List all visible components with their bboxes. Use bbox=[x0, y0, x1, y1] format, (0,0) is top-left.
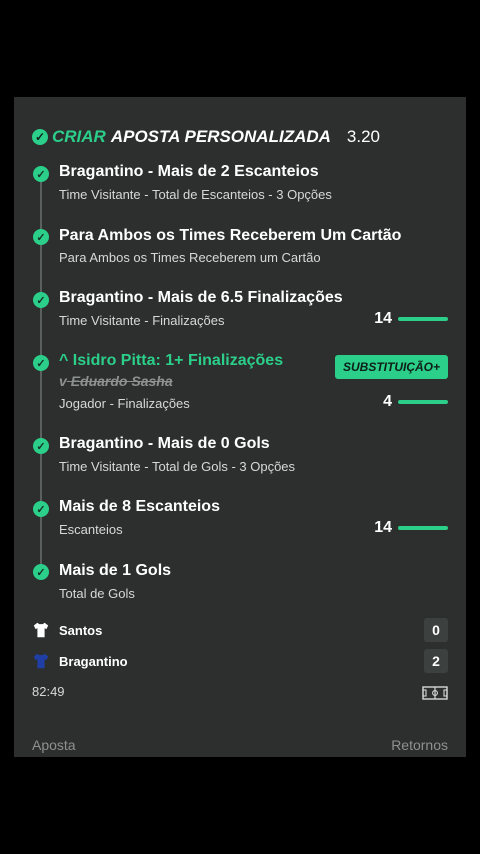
leg-title: Bragantino - Mais de 0 Gols bbox=[59, 435, 270, 452]
leg-subtitle: Time Visitante - Total de Escanteios - 3… bbox=[59, 187, 332, 202]
replaced-player: v Eduardo Sasha bbox=[59, 373, 173, 389]
leg-subtitle: Para Ambos os Times Receberem um Cartão bbox=[59, 250, 321, 265]
leg-title: Mais de 8 Escanteios bbox=[59, 498, 220, 515]
leg-subtitle: Time Visitante - Total de Gols - 3 Opçõe… bbox=[59, 459, 296, 474]
leg-title: Mais de 1 Gols bbox=[59, 562, 172, 579]
leg-progress: 14 bbox=[374, 310, 448, 328]
leg-title: Bragantino - Mais de 2 Escanteios bbox=[59, 163, 319, 180]
shirt-icon bbox=[33, 653, 49, 669]
check-circle-icon: ✓ bbox=[32, 129, 48, 145]
progress-bar bbox=[398, 317, 448, 321]
progress-value: 14 bbox=[374, 310, 392, 327]
match-clock: 82:49 bbox=[32, 684, 65, 699]
check-icon: ✓ bbox=[33, 501, 49, 517]
leg-subtitle: Jogador - Finalizações bbox=[59, 396, 190, 411]
leg-progress: 14 bbox=[374, 519, 448, 537]
check-icon: ✓ bbox=[33, 292, 49, 308]
check-icon: ✓ bbox=[33, 564, 49, 580]
team-name: Bragantino bbox=[59, 653, 128, 669]
aposta-label: Aposta bbox=[32, 737, 76, 753]
chevron-down-icon: v bbox=[59, 373, 67, 389]
aposta-personalizada-label: APOSTA PERSONALIZADA bbox=[110, 127, 331, 146]
leg-title-substitute: ^ Isidro Pitta: 1+ Finalizações bbox=[59, 352, 284, 369]
check-icon: ✓ bbox=[33, 355, 49, 371]
check-icon: ✓ bbox=[33, 229, 49, 245]
team-row-home: Santos bbox=[32, 621, 102, 639]
progress-value: 4 bbox=[383, 393, 392, 410]
progress-bar bbox=[398, 526, 448, 530]
shirt-icon bbox=[33, 622, 49, 638]
progress-value: 14 bbox=[374, 519, 392, 536]
team-score: 0 bbox=[424, 618, 448, 642]
team-score: 2 bbox=[424, 649, 448, 673]
leg-subtitle: Escanteios bbox=[59, 522, 123, 537]
leg-title: Para Ambos os Times Receberem Um Cartão bbox=[59, 227, 402, 244]
leg-progress: 4 bbox=[383, 393, 448, 411]
leg-subtitle: Total de Gols bbox=[59, 586, 135, 601]
team-row-away: Bragantino bbox=[32, 652, 128, 670]
progress-bar bbox=[398, 400, 448, 404]
check-icon: ✓ bbox=[33, 438, 49, 454]
bet-header: ✓ CRIAR APOSTA PERSONALIZADA 3.20 bbox=[32, 125, 452, 149]
chevron-up-icon: ^ bbox=[59, 352, 69, 369]
substituicao-badge[interactable]: SUBSTITUIÇÃO+ bbox=[335, 355, 448, 379]
bet-card: ✓ CRIAR APOSTA PERSONALIZADA 3.20 ✓ Brag… bbox=[14, 97, 466, 757]
leg-title: Bragantino - Mais de 6.5 Finalizações bbox=[59, 289, 343, 306]
check-icon: ✓ bbox=[33, 166, 49, 182]
retornos-label: Retornos bbox=[391, 737, 448, 753]
leg-subtitle: Time Visitante - Finalizações bbox=[59, 313, 225, 328]
total-odds: 3.20 bbox=[346, 127, 380, 146]
pitch-icon[interactable] bbox=[422, 686, 448, 700]
criar-label: CRIAR bbox=[52, 127, 106, 146]
team-name: Santos bbox=[59, 622, 103, 638]
